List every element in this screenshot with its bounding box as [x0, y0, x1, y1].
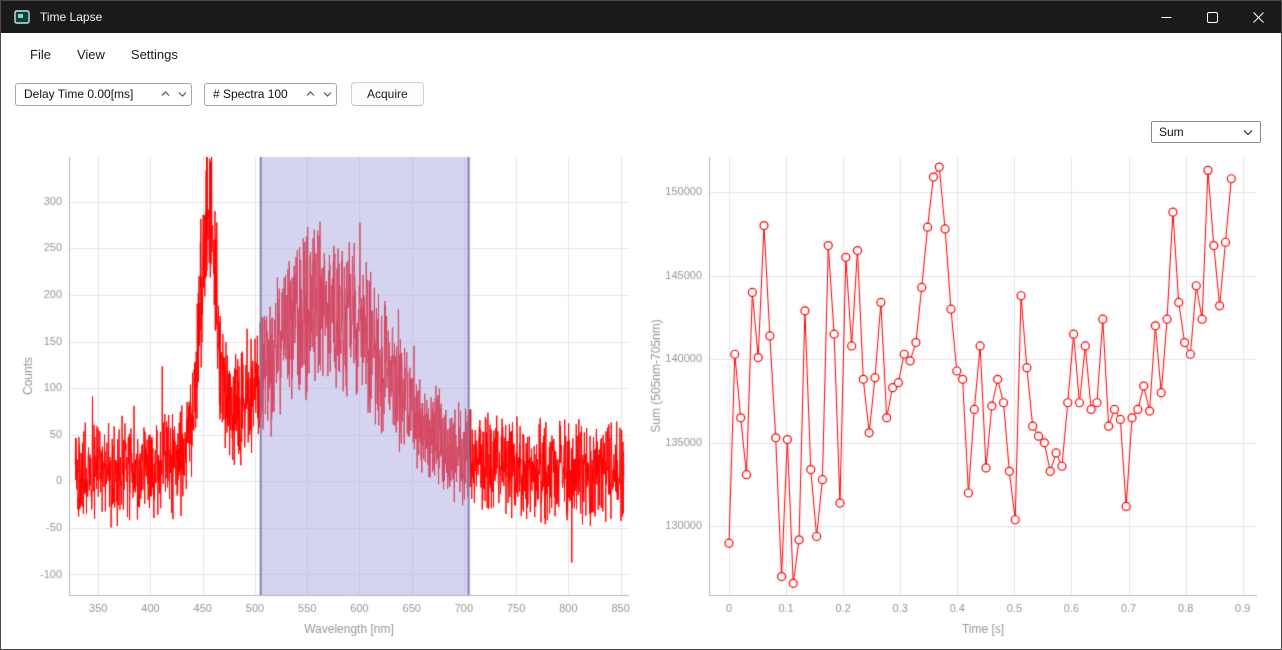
window-controls — [1143, 1, 1281, 33]
app-icon — [14, 9, 30, 25]
spinner-up-icon[interactable] — [157, 84, 174, 105]
menu-item-view[interactable]: View — [64, 40, 118, 69]
sum-timelapse-chart[interactable] — [647, 149, 1269, 641]
delay-time-value: Delay Time 0.00[ms] — [24, 87, 133, 101]
mode-dropdown[interactable]: Sum — [1151, 121, 1261, 143]
acquire-button[interactable]: Acquire — [351, 82, 424, 106]
close-button[interactable] — [1235, 1, 1281, 33]
spinner-down-icon[interactable] — [174, 84, 191, 105]
menu-item-file[interactable]: File — [17, 40, 64, 69]
spectrum-chart[interactable] — [19, 149, 639, 641]
menubar: File View Settings — [1, 33, 1281, 75]
delay-spinner-buttons — [157, 84, 191, 105]
spectra-spinner-buttons — [302, 84, 336, 105]
spinner-up-icon[interactable] — [302, 84, 319, 105]
mode-dropdown-value: Sum — [1159, 125, 1184, 139]
titlebar: Time Lapse — [1, 1, 1281, 33]
delay-time-spinner[interactable]: Delay Time 0.00[ms] — [15, 83, 192, 106]
num-spectra-spinner[interactable]: # Spectra 100 — [204, 83, 337, 106]
chevron-down-icon — [1243, 129, 1253, 136]
application-window: Time Lapse File View Settings — [0, 0, 1282, 650]
spinner-down-icon[interactable] — [319, 84, 336, 105]
minimize-icon — [1161, 12, 1172, 23]
window-title: Time Lapse — [40, 10, 102, 24]
minimize-button[interactable] — [1143, 1, 1189, 33]
toolbar: Delay Time 0.00[ms] # Spectra 100 — [15, 82, 424, 106]
menu-item-settings[interactable]: Settings — [118, 40, 191, 69]
close-icon — [1253, 12, 1264, 23]
maximize-button[interactable] — [1189, 1, 1235, 33]
maximize-icon — [1207, 12, 1218, 23]
num-spectra-value: # Spectra 100 — [213, 87, 288, 101]
